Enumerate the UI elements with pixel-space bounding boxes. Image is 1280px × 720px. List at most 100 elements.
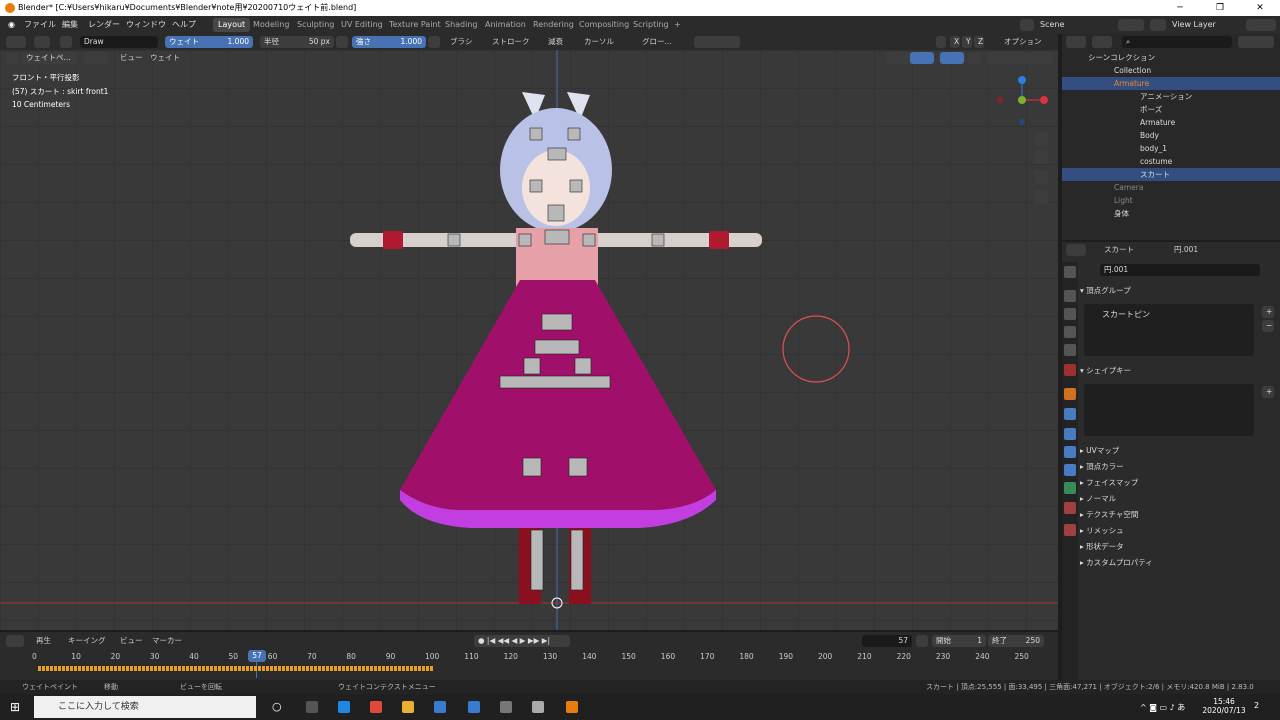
chrome-icon[interactable] bbox=[370, 701, 382, 713]
mesh-name-field[interactable]: 円.001 bbox=[1100, 264, 1260, 276]
menu-edit[interactable]: 編集 bbox=[62, 16, 78, 34]
outliner-row-camera[interactable]: Camera bbox=[1062, 181, 1280, 194]
mirror-icon[interactable] bbox=[936, 36, 946, 48]
mesh-data-tab-icon[interactable] bbox=[1064, 482, 1076, 494]
tab-rendering[interactable]: Rendering bbox=[528, 18, 579, 32]
scene-tab-icon[interactable] bbox=[1064, 344, 1076, 356]
3d-viewport[interactable]: フロント・平行投影 (57) スカート : skirt front1 10 Ce… bbox=[0, 50, 1058, 630]
pen-pressure-icon[interactable] bbox=[336, 36, 348, 48]
scene-icon[interactable] bbox=[1020, 19, 1034, 31]
tab-scripting[interactable]: Scripting bbox=[628, 18, 674, 32]
object-tab-icon[interactable] bbox=[1064, 388, 1076, 400]
vertex-group-list[interactable]: スカートピン bbox=[1084, 304, 1254, 356]
taskbar-search-input[interactable]: ここに入力して検索 bbox=[34, 696, 256, 718]
outliner-row-skirt[interactable]: スカート bbox=[1062, 168, 1280, 181]
strength-slider[interactable]: 強さ 1.000 bbox=[352, 36, 426, 48]
view-layer-name[interactable]: View Layer bbox=[1172, 16, 1216, 34]
axis-y[interactable]: Y bbox=[962, 36, 972, 48]
tab-texture-paint[interactable]: Texture Paint bbox=[384, 18, 446, 32]
physics-tab-icon[interactable] bbox=[1064, 446, 1076, 458]
panel-texture-space[interactable]: ▸ テクスチャ空間 bbox=[1080, 508, 1278, 522]
windows-start-icon[interactable]: ⊞ bbox=[10, 700, 20, 714]
outliner-search-input[interactable]: ⌕ bbox=[1122, 36, 1232, 48]
menu-brush[interactable]: ブラシ bbox=[446, 36, 476, 48]
notification-badge[interactable]: 2 bbox=[1254, 701, 1259, 710]
brush-preview-icon[interactable] bbox=[60, 36, 72, 48]
particles-tab-icon[interactable] bbox=[1064, 428, 1076, 440]
shading-mode-icons[interactable] bbox=[986, 52, 1054, 64]
viewport-editor-icon[interactable] bbox=[6, 52, 18, 64]
tray-icons[interactable]: ^ ◙ ▭ ♪ あ bbox=[1140, 702, 1185, 713]
menu-falloff[interactable]: 減衰 bbox=[544, 36, 567, 48]
minimize-icon[interactable]: ─ bbox=[1160, 0, 1200, 16]
panel-normals[interactable]: ▸ ノーマル bbox=[1080, 492, 1278, 506]
menu-weights[interactable]: ウェイト bbox=[146, 52, 184, 64]
add-workspace-icon[interactable]: + bbox=[674, 16, 681, 34]
view-layer-icon[interactable] bbox=[1150, 19, 1166, 31]
render-tab-icon[interactable] bbox=[1064, 290, 1076, 302]
tab-sculpting[interactable]: Sculpting bbox=[292, 18, 339, 32]
outliner-row-costume[interactable]: costume bbox=[1062, 155, 1280, 168]
tab-shading[interactable]: Shading bbox=[440, 18, 483, 32]
brush-icon[interactable] bbox=[34, 36, 50, 48]
blender-taskbar-icon[interactable] bbox=[566, 701, 578, 713]
outliner-row-pose[interactable]: ポーズ bbox=[1062, 103, 1280, 116]
keyframe-strip[interactable] bbox=[38, 666, 434, 671]
tool-tab-icon[interactable] bbox=[1064, 266, 1076, 278]
options-menu[interactable]: オプション bbox=[1000, 36, 1046, 48]
menu-view[interactable]: ビュー bbox=[116, 52, 147, 64]
playhead[interactable]: 57 bbox=[248, 650, 266, 662]
tab-layout[interactable]: Layout bbox=[213, 18, 251, 32]
store-icon[interactable] bbox=[434, 701, 446, 713]
mode-selector[interactable]: ウェイトペ... bbox=[22, 52, 78, 64]
shape-keys-header[interactable]: ▾ シェイプキー bbox=[1080, 364, 1278, 378]
world-tab-icon[interactable] bbox=[1064, 364, 1076, 376]
add-vgroup-icon[interactable]: + bbox=[1262, 306, 1274, 318]
add-shapekey-icon[interactable]: + bbox=[1262, 386, 1274, 398]
menu-cursor[interactable]: カーソル bbox=[580, 36, 618, 48]
panel-remesh[interactable]: ▸ リメッシュ bbox=[1080, 524, 1278, 538]
overlay-toggle-icon[interactable] bbox=[940, 52, 964, 64]
blender-menu-icon[interactable]: ◉ bbox=[8, 16, 15, 34]
zoom-icon[interactable] bbox=[1034, 132, 1048, 146]
outliner-row-animation[interactable]: アニメーション bbox=[1062, 90, 1280, 103]
outliner-row-body1[interactable]: body_1 bbox=[1062, 142, 1280, 155]
explorer-icon[interactable] bbox=[402, 701, 414, 713]
app-icon[interactable] bbox=[532, 701, 544, 713]
outliner-row-body[interactable]: Body bbox=[1062, 129, 1280, 142]
properties-editor-icon[interactable] bbox=[1066, 244, 1086, 256]
scene-buttons-icon[interactable] bbox=[1118, 19, 1144, 31]
modifier-tab-icon[interactable] bbox=[1064, 408, 1076, 420]
tab-uv-editing[interactable]: UV Editing bbox=[336, 18, 388, 32]
mail-icon[interactable] bbox=[468, 701, 480, 713]
menu-help[interactable]: ヘルプ bbox=[172, 16, 196, 34]
menu-window[interactable]: ウィンドウ bbox=[126, 16, 166, 34]
vertex-group-item[interactable]: スカートピン bbox=[1102, 309, 1150, 320]
panel-uv-maps[interactable]: ▸ UVマップ bbox=[1080, 444, 1278, 458]
view-toggle-icons[interactable] bbox=[84, 52, 108, 64]
view-layer-buttons-icon[interactable] bbox=[1246, 19, 1276, 31]
gizmo-toggle-icon[interactable] bbox=[910, 52, 934, 64]
panel-geometry-data[interactable]: ▸ 形状データ bbox=[1080, 540, 1278, 554]
outliner-row-body-jp[interactable]: 身体 bbox=[1062, 207, 1280, 220]
task-view-icon[interactable]: ○ bbox=[272, 700, 282, 713]
outliner-filter-icon[interactable] bbox=[1238, 36, 1274, 48]
remove-vgroup-icon[interactable]: − bbox=[1262, 320, 1274, 332]
panel-custom-props[interactable]: ▸ カスタムプロパティ bbox=[1080, 556, 1278, 570]
panel-vertex-colors[interactable]: ▸ 頂点カラー bbox=[1080, 460, 1278, 474]
camera-view-icon[interactable] bbox=[1034, 170, 1048, 184]
menu-stroke[interactable]: ストローク bbox=[488, 36, 534, 48]
outliner-row-light[interactable]: Light bbox=[1062, 194, 1280, 207]
menu-file[interactable]: ファイル bbox=[24, 16, 56, 34]
taskview-apps-icon[interactable] bbox=[306, 701, 318, 713]
outliner-row-collection[interactable]: Collection bbox=[1062, 64, 1280, 77]
weight-slider[interactable]: ウェイト 1.000 bbox=[165, 36, 253, 48]
menu-render[interactable]: レンダー bbox=[88, 16, 120, 34]
outliner-root[interactable]: シーンコレクション bbox=[1062, 51, 1280, 64]
close-icon[interactable]: ✕ bbox=[1240, 0, 1280, 16]
tab-compositing[interactable]: Compositing bbox=[574, 18, 634, 32]
unity-icon[interactable] bbox=[500, 701, 512, 713]
outliner-row-armature[interactable]: Armature bbox=[1062, 77, 1280, 90]
panel-face-maps[interactable]: ▸ フェイスマップ bbox=[1080, 476, 1278, 490]
menu-global[interactable]: グロー... bbox=[638, 36, 676, 48]
